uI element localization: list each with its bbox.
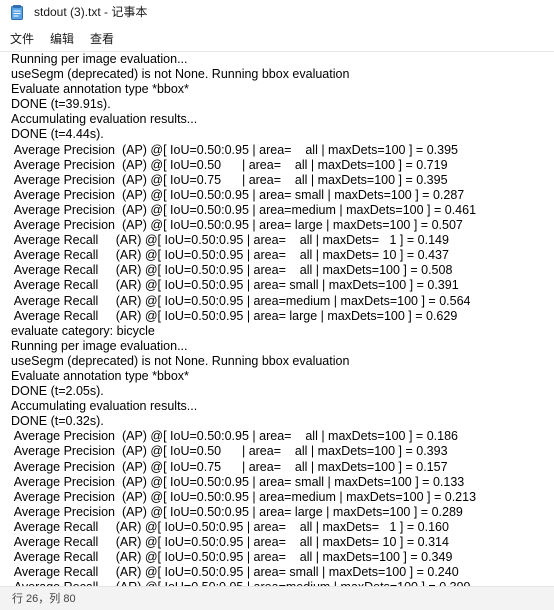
cursor-position: 行 26，列 80 <box>12 593 76 605</box>
status-bar: 行 26，列 80 <box>0 586 554 610</box>
window-title: stdout (3).txt - 记事本 <box>34 5 148 19</box>
menu-view[interactable]: 查看 <box>88 31 116 47</box>
editor-text[interactable]: Running per image evaluation... useSegm … <box>11 52 476 586</box>
menu-file[interactable]: 文件 <box>8 31 36 47</box>
notepad-icon <box>11 5 23 20</box>
title-bar[interactable]: stdout (3).txt - 记事本 <box>0 0 554 26</box>
text-editor[interactable]: Running per image evaluation... useSegm … <box>0 52 554 586</box>
menu-edit[interactable]: 编辑 <box>48 31 76 47</box>
menu-bar: 文件 编辑 查看 <box>0 26 554 52</box>
